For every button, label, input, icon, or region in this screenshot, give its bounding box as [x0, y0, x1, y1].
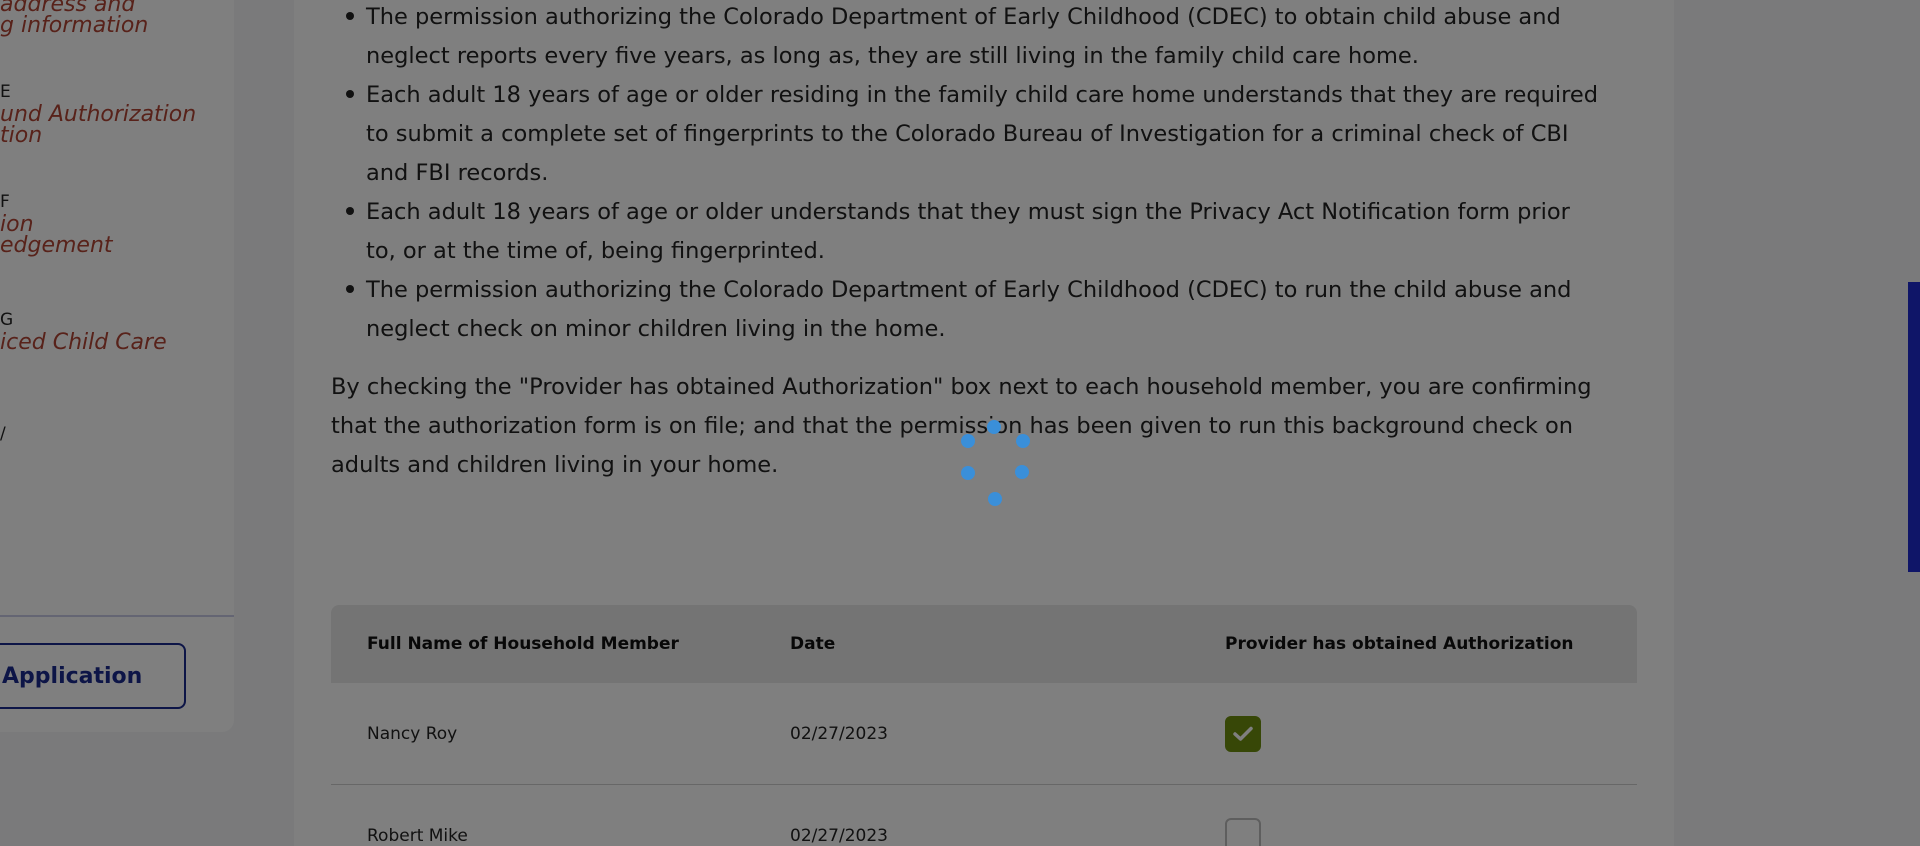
loading-spinner-icon: [960, 420, 1040, 510]
